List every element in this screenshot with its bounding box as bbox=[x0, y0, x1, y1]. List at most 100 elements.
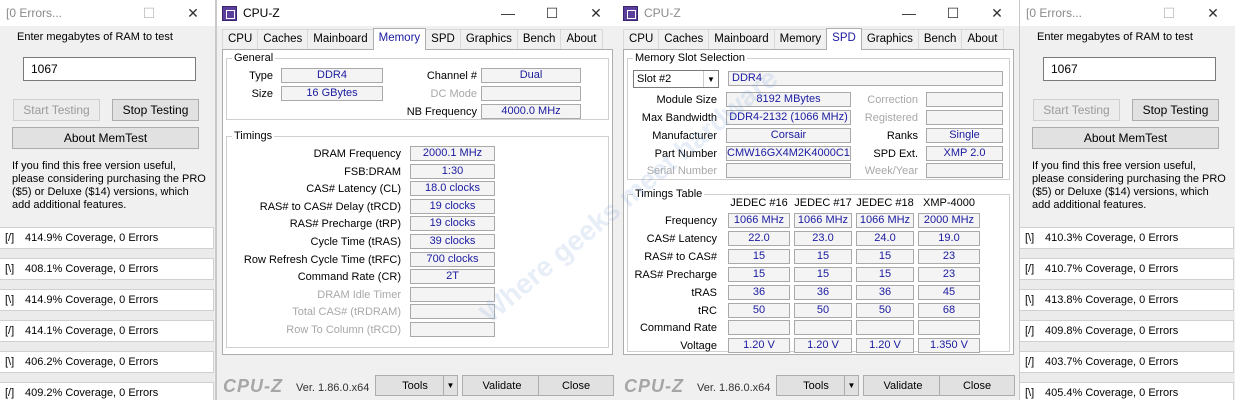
size-value: 16 GBytes bbox=[281, 86, 383, 101]
cpuz-bottom-bar: CPU-Z Ver. 1.86.0.x64 Tools ▼ Validate C… bbox=[618, 371, 1019, 400]
coverage-row: [/] 410.7% Coverage, 0 Errors bbox=[1020, 258, 1234, 280]
spinner-icon: [/] bbox=[5, 232, 15, 244]
close-button[interactable]: Close bbox=[538, 375, 614, 396]
table-cell: 36 bbox=[728, 284, 790, 300]
table-cell: 68 bbox=[918, 302, 980, 318]
type-value: DDR4 bbox=[281, 68, 383, 83]
table-cell: 50 bbox=[856, 302, 914, 318]
timing-label: FSB:DRAM bbox=[344, 165, 401, 178]
tab-spd[interactable]: SPD bbox=[425, 29, 461, 50]
row-separator bbox=[1020, 280, 1234, 289]
channel-value: Dual bbox=[481, 68, 581, 83]
week-year-label: Week/Year bbox=[864, 165, 918, 177]
close-icon[interactable]: ✕ bbox=[171, 0, 215, 26]
table-cell: 15 bbox=[856, 248, 914, 264]
ranks-label: Ranks bbox=[886, 130, 918, 142]
table-column-header: JEDEC #16 bbox=[730, 197, 788, 209]
timing-value: 700 clocks bbox=[410, 251, 495, 267]
timing-value: 2000.1 MHz bbox=[410, 146, 495, 161]
slot-type-value: DDR4 bbox=[728, 71, 1003, 86]
coverage-text: 413.8% Coverage, 0 Errors bbox=[1045, 294, 1179, 306]
table-cell: 45 bbox=[918, 284, 980, 300]
about-memtest-button[interactable]: About MemTest bbox=[1032, 127, 1219, 149]
table-row-label: Command Rate bbox=[639, 322, 717, 335]
table-cell: 36 bbox=[856, 284, 914, 300]
ranks-value: Single bbox=[926, 128, 1003, 143]
slot-select[interactable]: Slot #2 ▼ bbox=[633, 70, 719, 88]
tab-cpu[interactable]: CPU bbox=[222, 29, 259, 50]
coverage-row: [/] 409.8% Coverage, 0 Errors bbox=[1020, 320, 1234, 342]
memory-panel: General Type DDR4 Size 16 GBytes Channel… bbox=[222, 49, 613, 355]
part-number-value: CMW16GX4M2K4000C19 bbox=[726, 146, 851, 161]
table-cell: 23 bbox=[918, 248, 980, 264]
spinner-icon: [\] bbox=[1025, 232, 1035, 244]
max-bandwidth-label: Max Bandwidth bbox=[641, 112, 717, 124]
maximize-icon[interactable]: ☐ bbox=[931, 0, 975, 26]
start-testing-button[interactable]: Start Testing bbox=[1033, 99, 1120, 121]
row-separator bbox=[1020, 342, 1234, 351]
tab-memory[interactable]: Memory bbox=[773, 29, 828, 50]
validate-button[interactable]: Validate bbox=[462, 375, 542, 396]
stop-testing-button[interactable]: Stop Testing bbox=[1132, 99, 1219, 121]
stop-testing-button[interactable]: Stop Testing bbox=[112, 99, 199, 121]
module-size-label: Module Size bbox=[656, 94, 717, 106]
tools-dropdown-icon[interactable]: ▼ bbox=[844, 375, 859, 396]
spinner-icon: [/] bbox=[1025, 263, 1035, 275]
chevron-down-icon: ▼ bbox=[703, 71, 718, 87]
slot-select-value: Slot #2 bbox=[637, 73, 672, 85]
tab-graphics[interactable]: Graphics bbox=[860, 29, 919, 50]
tab-about[interactable]: About bbox=[961, 29, 1004, 50]
cpuz-tabs: CPU Caches Mainboard Memory SPD Graphics Bench… bbox=[222, 28, 603, 50]
close-icon[interactable]: ✕ bbox=[1191, 0, 1235, 26]
tab-bench[interactable]: Bench bbox=[516, 29, 562, 50]
maximize-icon[interactable]: ☐ bbox=[127, 0, 171, 26]
row-separator bbox=[0, 311, 214, 320]
tab-about[interactable]: About bbox=[560, 29, 603, 50]
table-cell: 15 bbox=[856, 266, 914, 282]
timing-label: CAS# Latency (CL) bbox=[306, 183, 401, 196]
timing-value bbox=[410, 286, 495, 302]
spinner-icon: [\] bbox=[5, 294, 15, 306]
row-separator bbox=[0, 373, 214, 382]
maximize-icon[interactable]: ☐ bbox=[1147, 0, 1191, 26]
timing-value: 19 clocks bbox=[410, 216, 495, 232]
tab-cpu[interactable]: CPU bbox=[623, 29, 660, 50]
tools-dropdown-icon[interactable]: ▼ bbox=[443, 375, 458, 396]
close-icon[interactable]: ✕ bbox=[975, 0, 1019, 26]
tab-spd[interactable]: SPD bbox=[826, 28, 862, 50]
validate-button[interactable]: Validate bbox=[863, 375, 943, 396]
row-separator bbox=[1020, 249, 1234, 258]
minimize-icon[interactable]: — bbox=[486, 0, 530, 26]
tab-mainboard[interactable]: Mainboard bbox=[307, 29, 374, 50]
table-cell: 1.20 V bbox=[794, 338, 852, 354]
info-text: If you find this free version useful, pl… bbox=[1032, 160, 1226, 211]
serial-number-value bbox=[726, 163, 851, 178]
ram-input[interactable]: 1067 bbox=[23, 57, 196, 81]
start-testing-button[interactable]: Start Testing bbox=[13, 99, 100, 121]
cpuz-logo: CPU-Z bbox=[624, 376, 684, 396]
timing-label: Total CAS# (tRDRAM) bbox=[292, 306, 401, 319]
coverage-text: 409.8% Coverage, 0 Errors bbox=[1045, 325, 1179, 337]
about-memtest-button[interactable]: About MemTest bbox=[12, 127, 199, 149]
close-icon[interactable]: ✕ bbox=[574, 0, 618, 26]
tab-graphics[interactable]: Graphics bbox=[459, 29, 518, 50]
maximize-icon[interactable]: ☐ bbox=[530, 0, 574, 26]
table-cell: 22.0 bbox=[728, 230, 790, 246]
table-column-header: JEDEC #17 bbox=[794, 197, 852, 209]
tab-bench[interactable]: Bench bbox=[917, 29, 963, 50]
coverage-row: [\] 414.9% Coverage, 0 Errors bbox=[0, 289, 214, 311]
tab-memory[interactable]: Memory bbox=[372, 28, 427, 50]
table-column-header: XMP-4000 bbox=[923, 197, 975, 209]
tab-caches[interactable]: Caches bbox=[658, 29, 710, 50]
memtest-titlebar: [0 Errors... ☐ ✕ bbox=[1020, 0, 1235, 26]
table-cell bbox=[728, 320, 790, 336]
cpuz-titlebar: CPU-Z — ☐ ✕ bbox=[618, 0, 1019, 26]
cpuz-bottom-bar: CPU-Z Ver. 1.86.0.x64 Tools ▼ Validate C… bbox=[217, 371, 618, 400]
tab-mainboard[interactable]: Mainboard bbox=[708, 29, 775, 50]
timing-value bbox=[410, 322, 495, 337]
tab-caches[interactable]: Caches bbox=[257, 29, 309, 50]
timing-value bbox=[410, 304, 495, 320]
ram-input[interactable]: 1067 bbox=[1043, 57, 1216, 81]
close-button[interactable]: Close bbox=[939, 375, 1015, 396]
minimize-icon[interactable]: — bbox=[887, 0, 931, 26]
